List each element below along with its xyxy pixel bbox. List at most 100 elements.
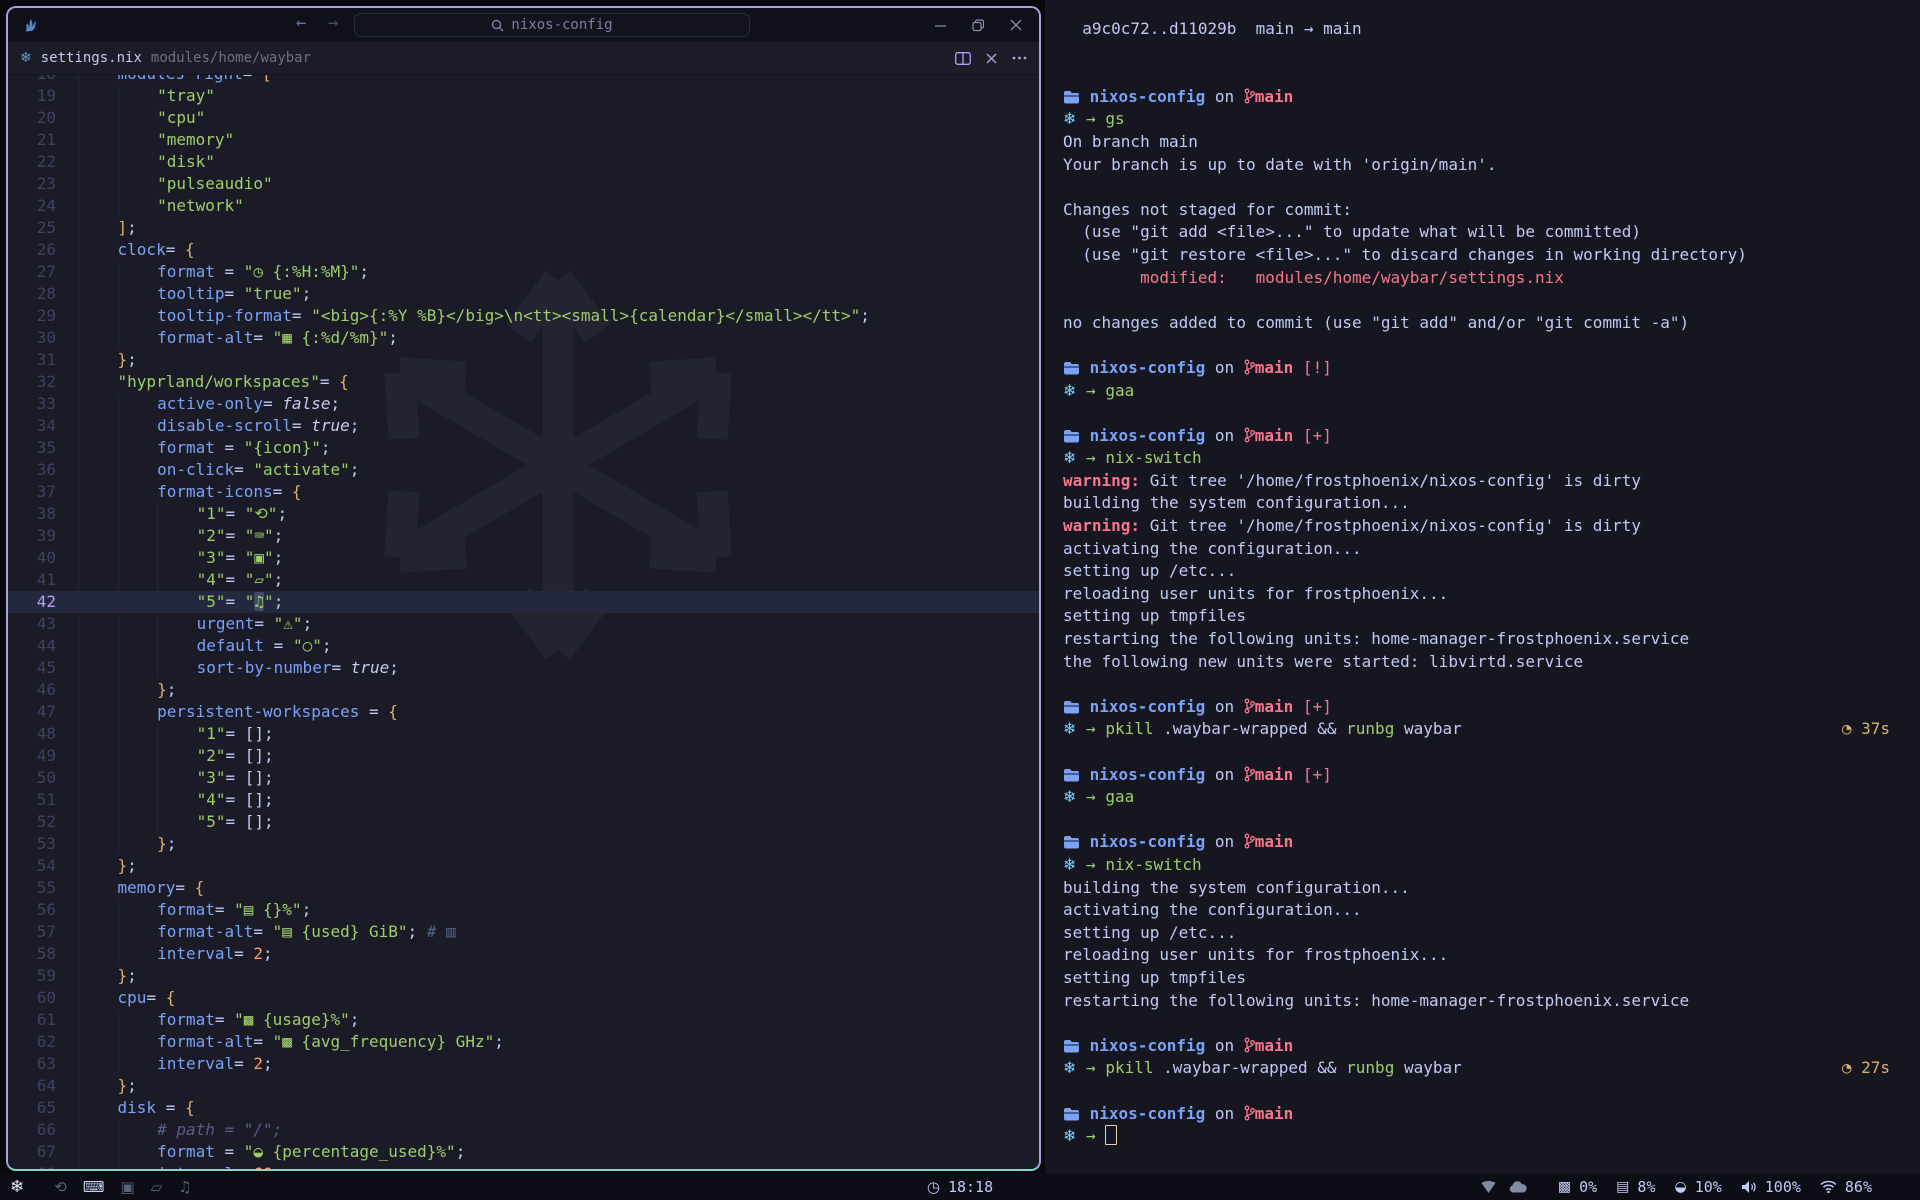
terminal-cursor bbox=[1105, 1125, 1117, 1145]
minimize-button[interactable] bbox=[933, 18, 947, 32]
nix-snowflake-icon: ❄ bbox=[1063, 448, 1076, 467]
code-line-27: 27format = "◷ {:%H:%M}"; bbox=[8, 261, 1039, 283]
line-number: 65 bbox=[18, 1097, 56, 1119]
workspaces-module: ⟲ ⌨ ▣ ▱ ♫ bbox=[54, 1178, 191, 1196]
line-number: 35 bbox=[18, 437, 56, 459]
editor-titlebar: ← → nixos-config bbox=[8, 8, 1039, 42]
code-line-24: 24"network" bbox=[8, 195, 1039, 217]
code-line-39: 39"2"= "⌨"; bbox=[8, 525, 1039, 547]
more-options-icon[interactable] bbox=[1012, 56, 1027, 60]
line-number: 29 bbox=[18, 305, 56, 327]
terminal-line-33 bbox=[1063, 741, 1920, 764]
pulseaudio-module[interactable]: 100% bbox=[1741, 1178, 1801, 1196]
nix-snowflake-icon: ❄ bbox=[1063, 109, 1076, 128]
network-icon bbox=[1820, 1180, 1837, 1193]
line-number: 48 bbox=[18, 723, 56, 745]
code-line-56: 56format= "▤ {}%"; bbox=[8, 899, 1039, 921]
cloud-tray-icon[interactable] bbox=[1509, 1181, 1527, 1193]
code-line-21: 21"memory" bbox=[8, 129, 1039, 151]
terminal-line-21: warning: Git tree '/home/frostphoenix/ni… bbox=[1063, 470, 1920, 493]
code-line-63: 63interval= 2; bbox=[8, 1053, 1039, 1075]
workspace-5-music-icon[interactable]: ♫ bbox=[178, 1178, 191, 1196]
terminal-line-30 bbox=[1063, 673, 1920, 696]
workspace-4-notes-icon[interactable]: ▱ bbox=[151, 1178, 163, 1196]
git-branch-icon bbox=[1244, 1104, 1255, 1123]
line-number: 27 bbox=[18, 261, 56, 283]
line-number: 68 bbox=[18, 1163, 56, 1169]
cpu-module[interactable]: ▩ 0% bbox=[1558, 1178, 1597, 1196]
network-tray-icon[interactable] bbox=[1481, 1180, 1496, 1193]
terminal-line-29: the following new units were started: li… bbox=[1063, 651, 1920, 674]
code-lines: 18modules-right= [19"tray"20"cpu"21"memo… bbox=[8, 75, 1039, 1169]
terminal-line-11: (use "git restore <file>..." to discard … bbox=[1063, 244, 1920, 267]
workspace-2-terminal-icon[interactable]: ⌨ bbox=[83, 1178, 105, 1196]
code-line-33: 33active-only= false; bbox=[8, 393, 1039, 415]
terminal-line-38: ❄ → nix-switch bbox=[1063, 854, 1920, 877]
cpu-icon: ▩ bbox=[1558, 1179, 1571, 1195]
nav-back-icon[interactable]: ← bbox=[296, 13, 306, 33]
tab-settings-nix[interactable]: ❄ settings.nix modules/home/waybar bbox=[20, 50, 311, 66]
code-line-65: 65disk = { bbox=[8, 1097, 1039, 1119]
memory-icon: ▤ bbox=[1616, 1179, 1629, 1195]
code-line-40: 40"3"= "▣"; bbox=[8, 547, 1039, 569]
line-number: 56 bbox=[18, 899, 56, 921]
terminal-line-49: nixos-config on main bbox=[1063, 1103, 1920, 1126]
nix-snowflake-icon: ❄ bbox=[1063, 719, 1076, 738]
terminal-lines: a9c0c72..d11029b main → main nixos-confi… bbox=[1063, 18, 1920, 1148]
line-number: 21 bbox=[18, 129, 56, 151]
code-line-47: 47persistent-workspaces = { bbox=[8, 701, 1039, 723]
app-logo-icon bbox=[22, 15, 42, 35]
command-duration: ◔ 27s bbox=[1842, 1057, 1890, 1080]
terminal-line-31: nixos-config on main [+] bbox=[1063, 696, 1920, 719]
terminal-line-46: nixos-config on main bbox=[1063, 1035, 1920, 1058]
code-line-67: 67format = "◒ {percentage_used}%"; bbox=[8, 1141, 1039, 1163]
terminal-line-18 bbox=[1063, 402, 1920, 425]
line-number: 26 bbox=[18, 239, 56, 261]
terminal-line-45 bbox=[1063, 1012, 1920, 1035]
line-number: 28 bbox=[18, 283, 56, 305]
system-tray bbox=[1481, 1180, 1527, 1193]
code-editor-area[interactable]: 18modules-right= [19"tray"20"cpu"21"memo… bbox=[8, 75, 1039, 1169]
network-value: 86% bbox=[1845, 1178, 1872, 1196]
nav-forward-icon[interactable]: → bbox=[328, 13, 338, 33]
terminal-line-13 bbox=[1063, 289, 1920, 312]
terminal-line-12: modified: modules/home/waybar/settings.n… bbox=[1063, 267, 1920, 290]
workspace-1-browser-icon[interactable]: ⟲ bbox=[54, 1178, 67, 1196]
project-name: nixos-config bbox=[511, 17, 612, 33]
line-number: 18 bbox=[18, 75, 56, 85]
nixos-logo-icon[interactable]: ❄ bbox=[10, 1177, 24, 1197]
terminal-line-5: ❄ → gs bbox=[1063, 108, 1920, 131]
terminal-line-28: restarting the following units: home-man… bbox=[1063, 628, 1920, 651]
terminal-line-48 bbox=[1063, 1080, 1920, 1103]
close-tab-icon[interactable] bbox=[986, 53, 997, 64]
cpu-value: 0% bbox=[1579, 1178, 1597, 1196]
terminal-line-16: nixos-config on main [!] bbox=[1063, 357, 1920, 380]
terminal-line-39: building the system configuration... bbox=[1063, 877, 1920, 900]
code-line-59: 59}; bbox=[8, 965, 1039, 987]
line-number: 43 bbox=[18, 613, 56, 635]
clock-time[interactable]: 18:18 bbox=[948, 1178, 993, 1196]
close-button[interactable] bbox=[1009, 18, 1023, 32]
line-number: 38 bbox=[18, 503, 56, 525]
terminal-line-2 bbox=[1063, 41, 1920, 64]
code-line-29: 29tooltip-format= "<big>{:%Y %B}</big>\n… bbox=[8, 305, 1039, 327]
terminal-line-50: ❄ → bbox=[1063, 1125, 1920, 1148]
disk-module[interactable]: ◒10% bbox=[1674, 1178, 1721, 1196]
workspace-3-chat-icon[interactable]: ▣ bbox=[120, 1178, 134, 1196]
code-line-30: 30format-alt= "▦ {:%d/%m}"; bbox=[8, 327, 1039, 349]
line-number: 66 bbox=[18, 1119, 56, 1141]
memory-module[interactable]: ▤8% bbox=[1616, 1178, 1655, 1196]
split-pane-icon[interactable] bbox=[955, 52, 971, 65]
code-line-51: 51"4"= []; bbox=[8, 789, 1039, 811]
command-duration: ◔ 37s bbox=[1842, 718, 1890, 741]
pulseaudio-value: 100% bbox=[1765, 1178, 1801, 1196]
code-line-58: 58interval= 2; bbox=[8, 943, 1039, 965]
network-module[interactable]: 86% bbox=[1820, 1178, 1872, 1196]
clock-icon[interactable]: ◷ bbox=[927, 1178, 940, 1196]
terminal-window[interactable]: a9c0c72..d11029b main → main nixos-confi… bbox=[1045, 0, 1920, 1200]
line-number: 42 bbox=[18, 591, 56, 613]
project-search-box[interactable]: nixos-config bbox=[354, 13, 750, 37]
nix-snowflake-icon: ❄ bbox=[1063, 855, 1076, 874]
restore-button[interactable] bbox=[971, 18, 985, 32]
nix-snowflake-icon: ❄ bbox=[1063, 1058, 1076, 1077]
